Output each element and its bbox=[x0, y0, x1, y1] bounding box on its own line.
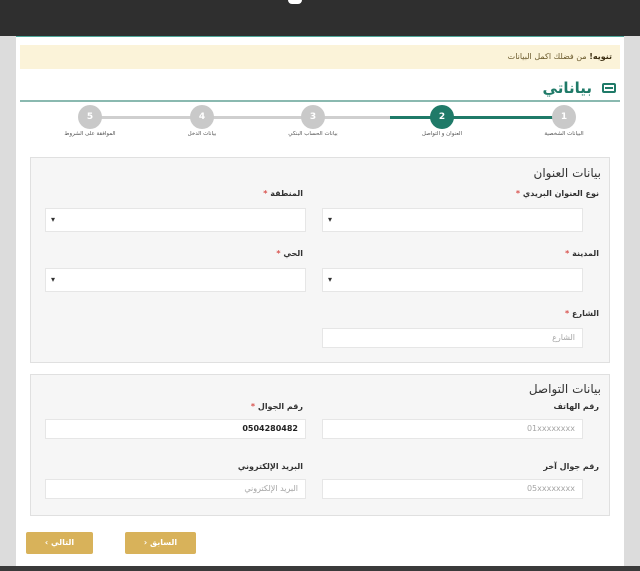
mobile-value: 0504280482 bbox=[242, 424, 298, 433]
email-label: البريد الإلكتروني bbox=[237, 462, 303, 471]
street-label: الشارع * bbox=[565, 309, 599, 318]
phone-label: رقم الهاتف bbox=[553, 402, 599, 411]
phone-input[interactable]: 01xxxxxxxx bbox=[322, 419, 583, 439]
phone-placeholder: 01xxxxxxxx bbox=[526, 424, 575, 433]
email-placeholder: البريد الإلكتروني bbox=[244, 484, 298, 493]
title-divider bbox=[20, 100, 620, 102]
contact-section-title: بيانات التواصل bbox=[528, 382, 601, 396]
next-button[interactable]: التالي › bbox=[26, 532, 93, 554]
mobile-input[interactable]: 0504280482 bbox=[45, 419, 306, 439]
address-section: بيانات العنوان نوع العنوان البريدي * ▾ ا… bbox=[30, 157, 610, 363]
mobile-label: رقم الجوال * bbox=[251, 402, 303, 411]
required-mark: * bbox=[515, 189, 521, 198]
top-bar-indicator bbox=[288, 0, 302, 4]
page-header: بياناتي bbox=[20, 77, 620, 99]
street-label-text: الشارع bbox=[572, 309, 599, 318]
step-number: 5 bbox=[78, 105, 102, 129]
step-label: بيانات الحساب البنكي bbox=[288, 131, 338, 137]
left-margin bbox=[0, 36, 16, 566]
other-mobile-placeholder: 05xxxxxxxx bbox=[526, 484, 575, 493]
district-label-text: الحي bbox=[283, 249, 303, 258]
required-mark: * bbox=[565, 249, 570, 258]
step-income[interactable]: 4 بيانات الدخل bbox=[152, 105, 252, 137]
required-mark: * bbox=[250, 402, 256, 411]
step-terms[interactable]: 5 الموافقة على الشروط bbox=[40, 105, 140, 137]
progress-stepper: 1 البيانات الشخصية 2 العنوان و التواصل 3… bbox=[20, 103, 620, 143]
region-label: المنطقة * bbox=[263, 189, 303, 198]
step-bank-account[interactable]: 3 بيانات الحساب البنكي bbox=[263, 105, 363, 137]
right-margin bbox=[624, 36, 640, 566]
previous-button-label: السابق bbox=[149, 538, 178, 547]
address-type-select[interactable]: ▾ bbox=[322, 208, 583, 232]
address-type-label-text: نوع العنوان البريدي bbox=[522, 189, 599, 198]
previous-button[interactable]: السابق ‹ bbox=[125, 532, 196, 554]
step-label: العنوان و التواصل bbox=[421, 131, 463, 137]
chevron-right-icon: › bbox=[44, 538, 49, 547]
mobile-label-text: رقم الجوال bbox=[257, 402, 303, 411]
step-number: 2 bbox=[430, 105, 454, 129]
other-mobile-input[interactable]: 05xxxxxxxx bbox=[322, 479, 583, 499]
step-label: الموافقة على الشروط bbox=[64, 131, 116, 137]
step-number: 1 bbox=[552, 105, 576, 129]
step-label: بيانات الدخل bbox=[187, 131, 217, 137]
city-label-text: المدينة bbox=[572, 249, 599, 258]
address-type-label: نوع العنوان البريدي * bbox=[516, 189, 599, 198]
required-mark: * bbox=[276, 249, 281, 258]
district-label: الحي * bbox=[276, 249, 303, 258]
notice-strong: تنويه! bbox=[589, 52, 612, 61]
page-title: بياناتي bbox=[542, 79, 592, 97]
city-select[interactable]: ▾ bbox=[322, 268, 583, 292]
step-personal[interactable]: 1 البيانات الشخصية bbox=[514, 105, 614, 137]
chevron-left-icon: ‹ bbox=[143, 538, 148, 547]
step-address-contact[interactable]: 2 العنوان و التواصل bbox=[392, 105, 492, 137]
address-section-title: بيانات العنوان bbox=[533, 166, 601, 180]
region-label-text: المنطقة bbox=[270, 189, 303, 198]
bottom-bar bbox=[0, 566, 640, 571]
contact-section: بيانات التواصل رقم الهاتف 01xxxxxxxx رقم… bbox=[30, 374, 610, 516]
email-input[interactable]: البريد الإلكتروني bbox=[45, 479, 306, 499]
notice-banner: تنويه! من فضلك اكمل البيانات bbox=[20, 45, 620, 69]
form-page: تنويه! من فضلك اكمل البيانات بياناتي 1 ا… bbox=[16, 36, 624, 566]
step-number: 3 bbox=[301, 105, 325, 129]
required-mark: * bbox=[565, 309, 570, 318]
other-mobile-label: رقم جوال آخر bbox=[543, 462, 599, 471]
chevron-down-icon: ▾ bbox=[51, 215, 56, 224]
city-label: المدينة * bbox=[565, 249, 599, 258]
chevron-down-icon: ▾ bbox=[328, 215, 333, 224]
chevron-down-icon: ▾ bbox=[51, 275, 56, 284]
street-placeholder: الشارع bbox=[552, 333, 575, 342]
next-button-label: التالي bbox=[50, 538, 75, 547]
street-input[interactable]: الشارع bbox=[322, 328, 583, 348]
step-number: 4 bbox=[190, 105, 214, 129]
step-label: البيانات الشخصية bbox=[544, 131, 584, 137]
district-select[interactable]: ▾ bbox=[45, 268, 306, 292]
region-select[interactable]: ▾ bbox=[45, 208, 306, 232]
required-mark: * bbox=[263, 189, 268, 198]
id-card-icon bbox=[602, 83, 616, 93]
notice-text: من فضلك اكمل البيانات bbox=[507, 52, 590, 61]
chevron-down-icon: ▾ bbox=[328, 275, 333, 284]
top-bar bbox=[0, 0, 640, 36]
